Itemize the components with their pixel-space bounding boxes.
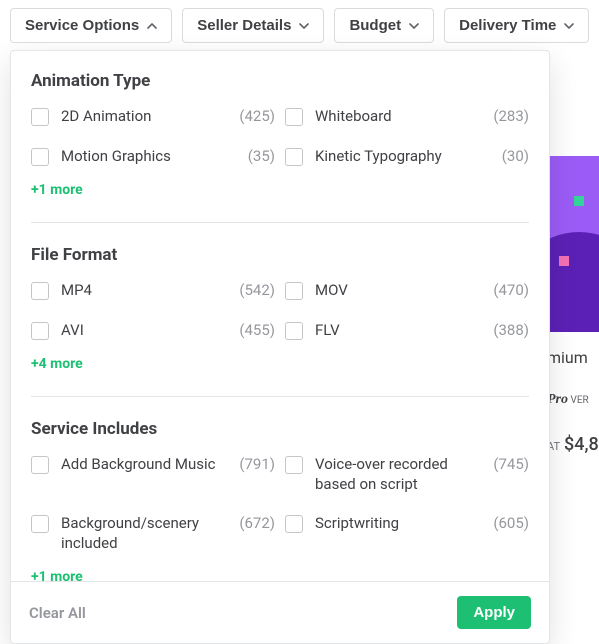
apply-button[interactable]: Apply bbox=[457, 596, 531, 629]
option-kinetic-typography[interactable]: Kinetic Typography (30) bbox=[285, 147, 529, 167]
option-2d-animation[interactable]: 2D Animation (425) bbox=[31, 107, 275, 127]
checkbox-icon bbox=[285, 282, 303, 300]
option-count: (672) bbox=[239, 514, 275, 532]
chevron-up-icon bbox=[147, 21, 157, 31]
filter-delivery-time[interactable]: Delivery Time bbox=[444, 8, 589, 43]
checkbox-icon bbox=[285, 148, 303, 166]
option-label: MP4 bbox=[61, 281, 92, 301]
section-title: Animation Type bbox=[31, 71, 529, 91]
option-whiteboard[interactable]: Whiteboard (283) bbox=[285, 107, 529, 127]
filter-label: Budget bbox=[349, 17, 401, 34]
option-count: (605) bbox=[493, 514, 529, 532]
section-title: Service Includes bbox=[31, 419, 529, 439]
filter-bar: Service Options Seller Details Budget De… bbox=[0, 0, 599, 51]
more-link[interactable]: +1 more bbox=[31, 182, 529, 198]
option-count: (791) bbox=[239, 455, 275, 473]
section-file-format: File Format MP4 (542) MOV (470) bbox=[31, 222, 529, 372]
seller-badge-fragment: Pro bbox=[547, 392, 568, 407]
filter-label: Seller Details bbox=[197, 17, 291, 34]
option-count: (30) bbox=[502, 147, 529, 165]
option-count: (470) bbox=[493, 281, 529, 299]
chevron-down-icon bbox=[409, 21, 419, 31]
option-motion-graphics[interactable]: Motion Graphics (35) bbox=[31, 147, 275, 167]
service-options-panel: Animation Type 2D Animation (425) Whiteb… bbox=[10, 50, 550, 644]
option-count: (455) bbox=[239, 321, 275, 339]
option-scriptwriting[interactable]: Scriptwriting (605) bbox=[285, 514, 529, 553]
filter-seller-details[interactable]: Seller Details bbox=[182, 8, 324, 43]
option-count: (425) bbox=[239, 107, 275, 125]
checkbox-icon bbox=[285, 515, 303, 533]
option-mov[interactable]: MOV (470) bbox=[285, 281, 529, 301]
checkbox-icon bbox=[31, 108, 49, 126]
option-label: Motion Graphics bbox=[61, 147, 171, 167]
chevron-down-icon bbox=[564, 21, 574, 31]
option-count: (542) bbox=[239, 281, 275, 299]
checkbox-icon bbox=[31, 456, 49, 474]
option-label: Whiteboard bbox=[315, 107, 392, 127]
option-label: Scriptwriting bbox=[315, 514, 399, 534]
option-mp4[interactable]: MP4 (542) bbox=[31, 281, 275, 301]
option-voice-over[interactable]: Voice-over recorded based on script (745… bbox=[285, 455, 529, 494]
filter-service-options[interactable]: Service Options bbox=[10, 8, 172, 43]
filter-label: Delivery Time bbox=[459, 17, 556, 34]
option-label: Voice-over recorded based on script bbox=[315, 455, 487, 494]
option-label: FLV bbox=[315, 321, 340, 341]
section-title: File Format bbox=[31, 245, 529, 265]
option-label: 2D Animation bbox=[61, 107, 151, 127]
option-count: (745) bbox=[493, 455, 529, 473]
option-label: MOV bbox=[315, 281, 348, 301]
more-link[interactable]: +4 more bbox=[31, 356, 529, 372]
section-service-includes: Service Includes Add Background Music (7… bbox=[31, 396, 529, 581]
option-background-scenery[interactable]: Background/scenery included (672) bbox=[31, 514, 275, 553]
panel-scroll-area[interactable]: Animation Type 2D Animation (425) Whiteb… bbox=[11, 51, 549, 581]
checkbox-icon bbox=[31, 148, 49, 166]
seller-level-fragment: mium bbox=[547, 348, 599, 367]
option-count: (388) bbox=[493, 321, 529, 339]
checkbox-icon bbox=[285, 456, 303, 474]
option-flv[interactable]: FLV (388) bbox=[285, 321, 529, 341]
option-label: Kinetic Typography bbox=[315, 147, 442, 167]
option-avi[interactable]: AVI (455) bbox=[31, 321, 275, 341]
option-label: AVI bbox=[61, 321, 84, 341]
filter-label: Service Options bbox=[25, 17, 139, 34]
checkbox-icon bbox=[285, 322, 303, 340]
seller-badge-suffix: VER bbox=[568, 395, 589, 406]
option-label: Add Background Music bbox=[61, 455, 216, 475]
checkbox-icon bbox=[285, 108, 303, 126]
chevron-down-icon bbox=[299, 21, 309, 31]
price-fragment: $4,8 bbox=[564, 434, 599, 455]
option-count: (35) bbox=[248, 147, 275, 165]
clear-all-button[interactable]: Clear All bbox=[29, 604, 86, 622]
panel-footer: Clear All Apply bbox=[11, 581, 549, 643]
option-label: Background/scenery included bbox=[61, 514, 233, 553]
more-link[interactable]: +1 more bbox=[31, 569, 529, 581]
checkbox-icon bbox=[31, 282, 49, 300]
filter-budget[interactable]: Budget bbox=[334, 8, 434, 43]
option-background-music[interactable]: Add Background Music (791) bbox=[31, 455, 275, 494]
section-animation-type: Animation Type 2D Animation (425) Whiteb… bbox=[31, 71, 529, 198]
option-count: (283) bbox=[493, 107, 529, 125]
checkbox-icon bbox=[31, 515, 49, 533]
checkbox-icon bbox=[31, 322, 49, 340]
